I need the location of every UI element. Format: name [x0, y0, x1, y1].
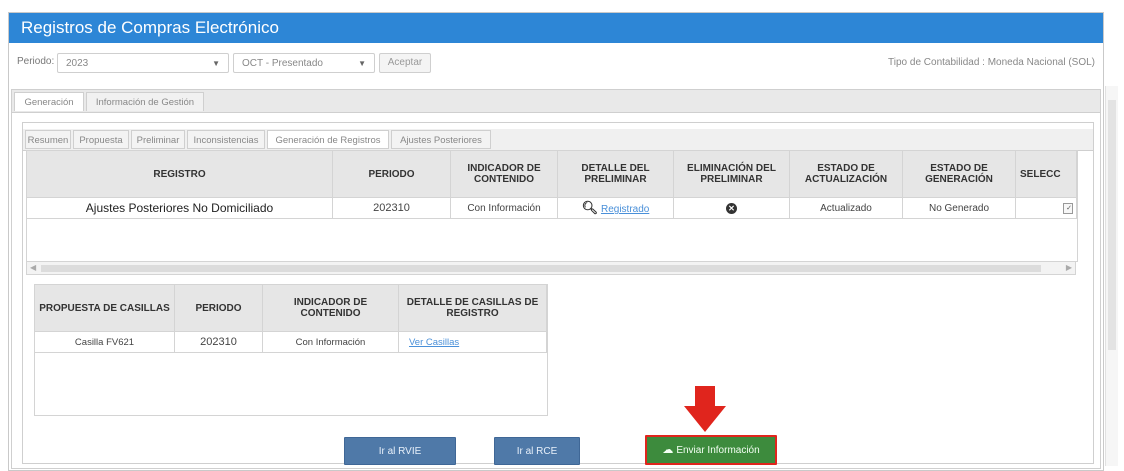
table-header-row: PROPUESTA DE CASILLAS PERIODO INDICADOR … [35, 285, 547, 332]
tipo-contabilidad: Tipo de Contabilidad : Moneda Nacional (… [888, 57, 1095, 68]
year-value: 2023 [66, 58, 89, 69]
subtab-ajustes-posteriores[interactable]: Ajustes Posteriores [391, 130, 491, 149]
accept-button[interactable]: Aceptar [379, 53, 431, 73]
chevron-down-icon: ▼ [358, 59, 366, 68]
subtab-propuesta[interactable]: Propuesta [73, 130, 129, 149]
subtab-inconsistencias[interactable]: Inconsistencias [187, 130, 265, 149]
horizontal-scrollbar[interactable]: ◀ ▶ [26, 261, 1076, 275]
cell-periodo: 202310 [332, 197, 451, 219]
scroll-right-icon[interactable]: ▶ [1066, 262, 1072, 274]
tab-generacion[interactable]: Generación [14, 92, 84, 111]
window-title: Registros de Compras Electrónico [9, 13, 1103, 43]
col-indicador[interactable]: INDICADOR DE CONTENIDO [262, 285, 399, 332]
scrollbar-thumb[interactable] [41, 265, 1041, 272]
casillas-table-container: PROPUESTA DE CASILLAS PERIODO INDICADOR … [34, 284, 548, 416]
ir-rce-button[interactable]: Ir al RCE [494, 437, 580, 465]
cell-indicador: Con Información [262, 331, 399, 353]
enviar-label: Enviar Información [676, 445, 760, 456]
select-checkbox[interactable]: ✓ [1063, 203, 1073, 214]
table-row: Ajustes Posteriores No Domiciliado 20231… [27, 197, 1077, 219]
col-eliminacion[interactable]: ELIMINACIÓN DEL PRELIMINAR [673, 151, 790, 198]
enviar-informacion-button[interactable]: ☁ Enviar Información [645, 435, 777, 465]
main-tabstrip: Generación Información de Gestión [12, 90, 1100, 113]
chevron-down-icon: ▼ [212, 59, 220, 68]
ver-casillas-link[interactable]: Ver Casillas [409, 337, 459, 348]
scrollbar-thumb[interactable] [1108, 100, 1116, 350]
cell-estado-generacion: No Generado [902, 197, 1016, 219]
subtab-resumen[interactable]: Resumen [25, 130, 71, 149]
cell-detalle-casillas: Ver Casillas [398, 331, 547, 353]
col-registro[interactable]: REGISTRO [27, 151, 333, 198]
cloud-upload-icon: ☁ [662, 444, 674, 456]
col-seleccionar[interactable]: SELECC [1015, 151, 1077, 198]
year-select[interactable]: 2023 ▼ [57, 53, 229, 73]
table-header-row: REGISTRO PERIODO INDICADOR DE CONTENIDO … [27, 151, 1077, 198]
table-row: Casilla FV621 202310 Con Información Ver… [35, 331, 547, 353]
tab-informacion-gestion[interactable]: Información de Gestión [86, 92, 204, 111]
col-estado-generacion[interactable]: ESTADO DE GENERACIÓN [902, 151, 1016, 198]
casillas-table: PROPUESTA DE CASILLAS PERIODO INDICADOR … [35, 285, 547, 353]
col-periodo[interactable]: PERIODO [174, 285, 263, 332]
periodo-label: Periodo: [17, 56, 55, 67]
registros-table-container: REGISTRO PERIODO INDICADOR DE CONTENIDO … [26, 150, 1078, 262]
cell-eliminacion: ✕ [673, 197, 790, 219]
search-icon[interactable]: 🔍︎ [582, 200, 599, 215]
registros-table: REGISTRO PERIODO INDICADOR DE CONTENIDO … [27, 151, 1077, 219]
red-arrow-icon [684, 386, 726, 432]
subtab-preliminar[interactable]: Preliminar [131, 130, 185, 149]
sub-tabstrip: Resumen Propuesta Preliminar Inconsisten… [23, 129, 1093, 151]
cell-estado-actualizacion: Actualizado [789, 197, 903, 219]
cell-propuesta: Casilla FV621 [35, 331, 175, 353]
month-select[interactable]: OCT - Presentado ▼ [233, 53, 375, 73]
col-estado-actualizacion[interactable]: ESTADO DE ACTUALIZACIÓN [789, 151, 903, 198]
month-value: OCT - Presentado [242, 58, 323, 69]
col-periodo[interactable]: PERIODO [332, 151, 451, 198]
delete-icon[interactable]: ✕ [726, 202, 737, 214]
vertical-scrollbar[interactable] [1105, 86, 1118, 466]
cell-registro: Ajustes Posteriores No Domiciliado [27, 197, 333, 219]
scroll-left-icon[interactable]: ◀ [30, 262, 36, 274]
col-indicador[interactable]: INDICADOR DE CONTENIDO [450, 151, 558, 198]
col-propuesta[interactable]: PROPUESTA DE CASILLAS [35, 285, 175, 332]
ir-rvie-button[interactable]: Ir al RVIE [344, 437, 456, 465]
col-detalle[interactable]: DETALLE DEL PRELIMINAR [557, 151, 674, 198]
registrado-link[interactable]: Registrado [601, 204, 649, 215]
cell-detalle: 🔍︎ Registrado [557, 197, 674, 219]
col-detalle-casillas[interactable]: DETALLE DE CASILLAS DE REGISTRO [398, 285, 547, 332]
cell-indicador: Con Información [450, 197, 558, 219]
cell-periodo: 202310 [174, 331, 263, 353]
subtab-generacion-registros[interactable]: Generación de Registros [267, 130, 389, 149]
cell-seleccionar: ✓ [1015, 197, 1077, 219]
